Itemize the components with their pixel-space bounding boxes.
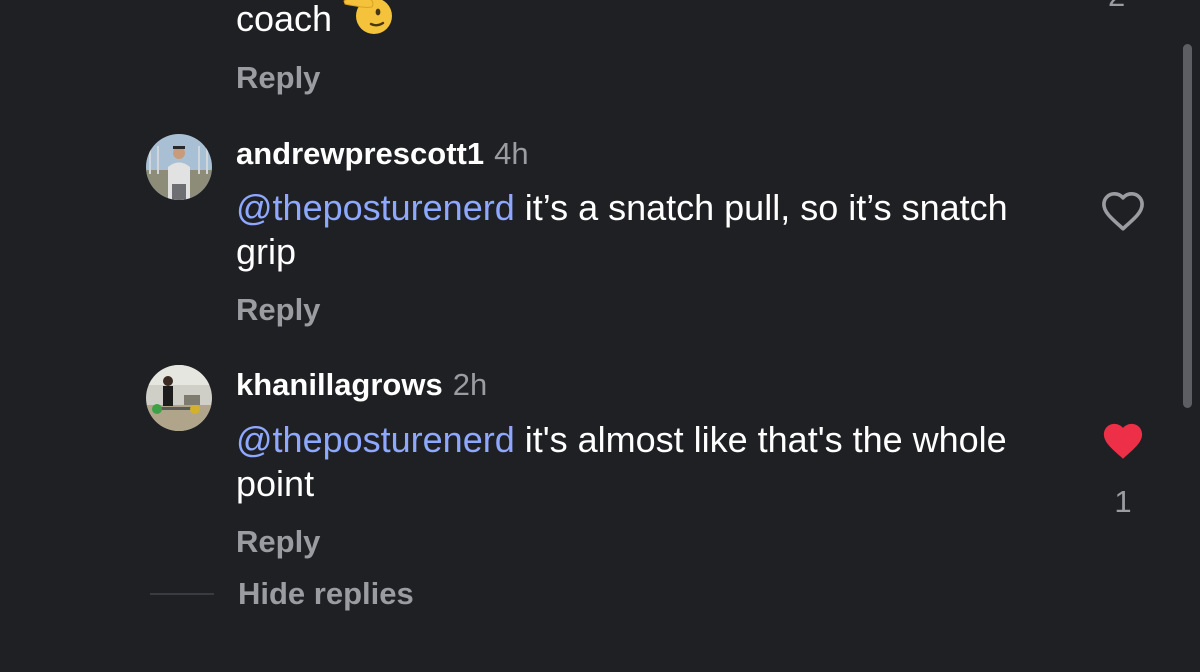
comment-text-end: coach [236, 0, 333, 40]
username-link[interactable]: khanillagrows [236, 367, 443, 402]
reply-button[interactable]: Reply [236, 60, 320, 96]
reply-button[interactable]: Reply [236, 524, 320, 560]
heart-filled-icon [1103, 423, 1143, 459]
comment-text-partial: coach [236, 0, 393, 45]
heart-outline-icon [1102, 192, 1144, 231]
like-count-partial: 2 [1108, 0, 1125, 14]
scrollbar[interactable] [1183, 44, 1192, 408]
reply-button[interactable]: Reply [236, 292, 320, 328]
like-button[interactable] [1100, 190, 1146, 232]
comment-header: andrewprescott1 4h [236, 136, 529, 172]
timestamp: 2h [452, 367, 488, 402]
mention-link[interactable]: @theposturenerd [236, 419, 515, 460]
comment-text: @theposturenerd it's almost like that's … [236, 418, 1056, 506]
mention-link[interactable]: @theposturenerd [236, 187, 515, 228]
comment-header: khanillagrows 2h [236, 367, 487, 403]
like-count: 1 [1114, 484, 1132, 519]
avatar[interactable] [146, 365, 212, 431]
like-button[interactable] [1100, 420, 1146, 462]
timestamp: 4h [494, 136, 529, 171]
hide-replies-button[interactable]: Hide replies [238, 576, 414, 612]
avatar[interactable] [146, 134, 212, 200]
saluting-face-icon [342, 0, 393, 45]
username-link[interactable]: andrewprescott1 [236, 136, 484, 171]
comment-text: @theposturenerd it’s a snatch pull, so i… [236, 186, 1056, 274]
divider-line [150, 593, 214, 595]
